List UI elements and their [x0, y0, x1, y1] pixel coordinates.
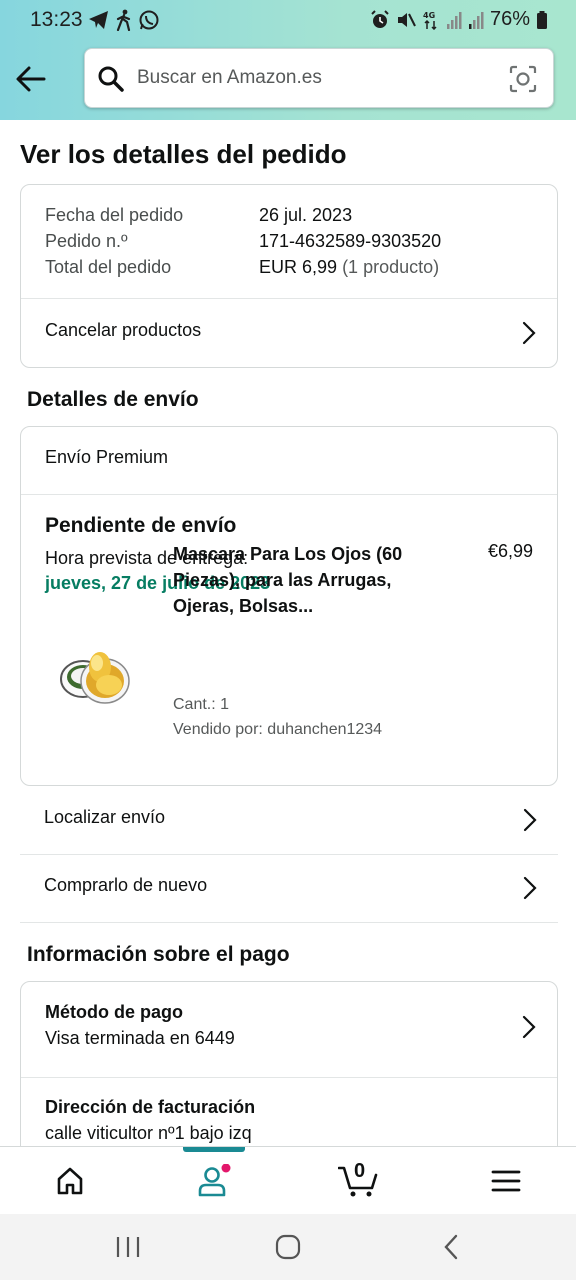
product-quantity: Cant.: 1 [173, 696, 230, 713]
search-bar[interactable] [84, 48, 554, 108]
order-total-label: Total del pedido [45, 257, 172, 277]
alarm-icon [371, 9, 389, 28]
payment-section-title: Información sobre el pago [27, 943, 290, 966]
product-seller: Vendido por: duhanchen1234 [173, 721, 383, 738]
shipping-status: Pendiente de envío [45, 514, 237, 537]
app-header: 13:23 4G 76% [0, 0, 576, 120]
track-shipment-label: Localizar envío [44, 807, 166, 827]
nav-menu[interactable] [486, 1163, 526, 1199]
payment-method-row[interactable]: Método de pago Visa terminada en 6449 [21, 982, 557, 1077]
order-date-value: 26 jul. 2023 [259, 205, 353, 225]
walking-icon [116, 9, 131, 31]
nav-account[interactable] [194, 1163, 234, 1199]
bottom-navigation [0, 1146, 576, 1214]
chevron-right-icon [522, 321, 536, 345]
home-icon [57, 1167, 83, 1195]
status-system-icons: 4G 76% [370, 8, 548, 31]
search-input[interactable] [137, 63, 497, 93]
buy-again-label: Comprarlo de nuevo [44, 875, 208, 895]
status-time: 13:23 [30, 8, 83, 31]
system-navigation-bar [0, 1214, 576, 1280]
battery-icon [537, 10, 547, 29]
billing-address-value: calle viticultor nº1 bajo izq [45, 1123, 252, 1143]
battery-percentage: 76% [489, 8, 530, 30]
divider [21, 1077, 557, 1078]
product-title[interactable]: Mascara Para Los Ojos (60 Piezas), para … [173, 541, 423, 619]
order-total: EUR 6,99 (1 producto) [259, 257, 439, 278]
product-price: €6,99 [487, 541, 533, 561]
status-notification-icons [88, 9, 160, 31]
active-tab-indicator [183, 1147, 245, 1152]
home-circle-icon[interactable] [275, 1234, 301, 1260]
shipping-section-title: Detalles de envío [27, 388, 199, 411]
nav-home[interactable] [50, 1163, 90, 1199]
menu-icon [491, 1170, 521, 1192]
status-bar: 13:23 4G 76% [0, 0, 576, 42]
billing-address-label: Dirección de facturación [45, 1097, 256, 1117]
shipping-card: Envío Premium Pendiente de envío Hora pr… [20, 426, 558, 786]
telegram-icon [89, 11, 108, 29]
network-4g-icon: 4G [423, 11, 437, 30]
order-number-value: 171-4632589-9303520 [259, 231, 442, 251]
product-image[interactable] [57, 637, 131, 707]
recent-apps-icon[interactable] [115, 1235, 141, 1259]
payment-method-label: Método de pago [45, 1002, 183, 1022]
system-back-icon[interactable] [441, 1233, 461, 1261]
page-title: Ver los detalles del pedido [20, 139, 347, 169]
signal-icon-1 [446, 11, 462, 29]
whatsapp-icon [139, 10, 159, 30]
account-icon [198, 1164, 231, 1197]
chevron-right-icon [523, 876, 537, 900]
svg-text:4G: 4G [423, 11, 435, 20]
divider [20, 922, 558, 923]
order-date-label: Fecha del pedido [45, 205, 184, 225]
cancel-products-row[interactable]: Cancelar productos [21, 299, 557, 368]
order-number-label: Pedido n.º [45, 231, 128, 251]
order-total-value: EUR 6,99 [259, 257, 338, 277]
shipping-service: Envío Premium [45, 447, 169, 467]
cart-count-badge: 0 [354, 1160, 366, 1182]
chevron-right-icon [522, 1015, 536, 1039]
back-arrow-icon[interactable] [14, 62, 48, 96]
signal-icon-2 [468, 11, 484, 29]
search-icon [98, 66, 124, 92]
order-total-count: (1 producto) [342, 257, 440, 277]
divider [21, 494, 557, 495]
camera-scan-icon[interactable] [509, 65, 537, 93]
chevron-right-icon [523, 808, 537, 832]
order-summary-card: Fecha del pedido 26 jul. 2023 Pedido n.º… [20, 184, 558, 368]
cancel-products-label: Cancelar productos [45, 320, 202, 340]
buy-again-row[interactable]: Comprarlo de nuevo [20, 854, 558, 922]
track-shipment-row[interactable]: Localizar envío [20, 786, 558, 854]
mute-icon [397, 12, 416, 27]
payment-method-value: Visa terminada en 6449 [45, 1028, 235, 1048]
